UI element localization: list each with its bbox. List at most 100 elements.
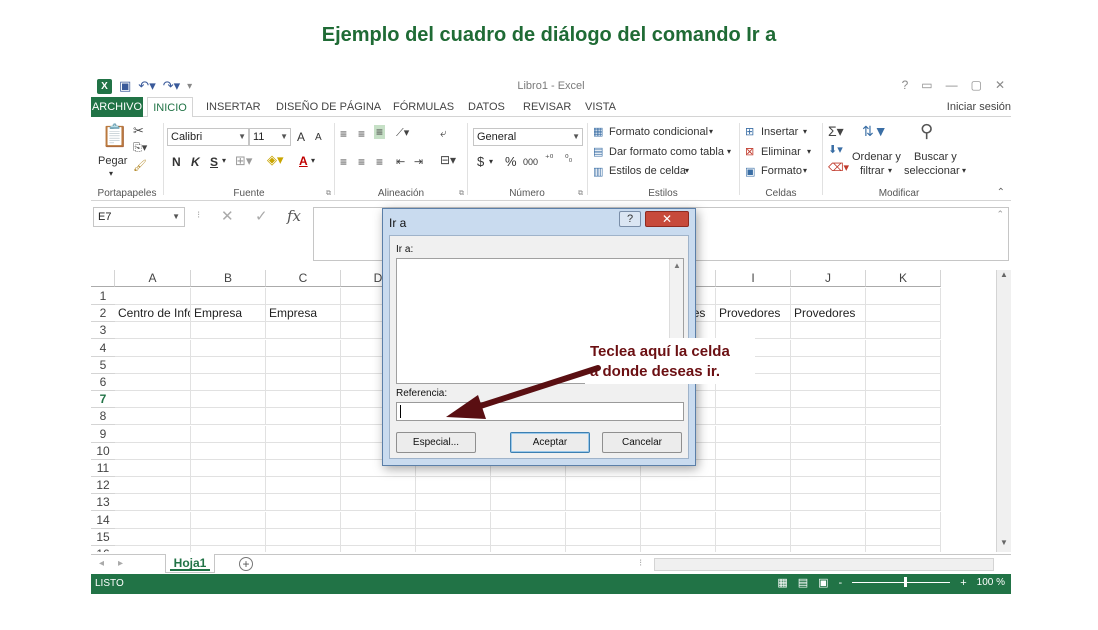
cell-b14[interactable] bbox=[191, 511, 266, 529]
currency-dropdown-icon[interactable]: ▾ bbox=[489, 157, 493, 166]
cell-c13[interactable] bbox=[266, 494, 341, 512]
copy-icon[interactable]: ⎘▾ bbox=[133, 141, 147, 155]
zoom-in-button[interactable]: + bbox=[960, 577, 966, 589]
clear-icon[interactable]: ⌫▾ bbox=[828, 161, 849, 174]
font-name-select[interactable]: Calibri ▼ bbox=[167, 128, 249, 146]
cell-a16[interactable] bbox=[115, 546, 191, 552]
cell-h16[interactable] bbox=[641, 546, 716, 552]
zoom-slider[interactable] bbox=[852, 577, 951, 587]
cell-i1[interactable] bbox=[716, 288, 791, 305]
cell-b13[interactable] bbox=[191, 494, 266, 512]
font-size-select[interactable]: 11 ▼ bbox=[249, 128, 291, 146]
increase-decimal-icon[interactable]: ⁺⁰ bbox=[545, 153, 553, 164]
conditional-format-button[interactable]: Formato condicional bbox=[609, 126, 708, 138]
number-format-select[interactable]: General ▼ bbox=[473, 128, 583, 146]
cell-a15[interactable] bbox=[115, 528, 191, 546]
expand-formula-icon[interactable]: ⌃ bbox=[996, 209, 1004, 220]
cell-j12[interactable] bbox=[791, 477, 866, 495]
row-header-6[interactable]: 6 bbox=[91, 374, 115, 391]
cell-k7[interactable] bbox=[866, 391, 941, 409]
row-header-5[interactable]: 5 bbox=[91, 357, 115, 374]
cell-e16[interactable] bbox=[416, 546, 491, 552]
cell-i15[interactable] bbox=[716, 528, 791, 546]
cell-i14[interactable] bbox=[716, 511, 791, 529]
cut-icon[interactable]: ✂ bbox=[133, 123, 144, 139]
cell-f15[interactable] bbox=[491, 528, 566, 546]
currency-button[interactable]: $ bbox=[477, 154, 484, 169]
normal-view-icon[interactable]: ▦ bbox=[777, 576, 787, 589]
cell-d14[interactable] bbox=[341, 511, 416, 529]
cell-g16[interactable] bbox=[566, 546, 641, 552]
cell-j13[interactable] bbox=[791, 494, 866, 512]
cell-h15[interactable] bbox=[641, 528, 716, 546]
zoom-thumb[interactable] bbox=[904, 577, 908, 587]
dialog-launcher-icon[interactable]: ⧉ bbox=[326, 190, 331, 198]
cell-i13[interactable] bbox=[716, 494, 791, 512]
ok-button[interactable]: Aceptar bbox=[510, 432, 590, 453]
cell-k16[interactable] bbox=[866, 546, 941, 552]
align-center-icon[interactable]: ≡ bbox=[358, 155, 365, 169]
row-header-16[interactable]: 16 bbox=[91, 546, 115, 552]
cell-b15[interactable] bbox=[191, 528, 266, 546]
chevron-down-icon[interactable]: ▾ bbox=[962, 166, 966, 175]
cell-i8[interactable] bbox=[716, 408, 791, 426]
cell-a1[interactable] bbox=[115, 288, 191, 305]
find-select-label-2[interactable]: seleccionar bbox=[904, 165, 960, 177]
cell-j15[interactable] bbox=[791, 528, 866, 546]
autosum-icon[interactable]: Σ▾ bbox=[828, 123, 844, 140]
cell-k15[interactable] bbox=[866, 528, 941, 546]
page-layout-view-icon[interactable]: ▤ bbox=[798, 576, 808, 589]
add-sheet-icon[interactable]: + bbox=[239, 557, 253, 571]
scroll-up-icon[interactable]: ▲ bbox=[673, 261, 681, 270]
cell-b10[interactable] bbox=[191, 442, 266, 460]
horizontal-scrollbar[interactable] bbox=[654, 558, 994, 571]
align-bottom-icon[interactable]: ≡ bbox=[374, 125, 386, 139]
cell-j14[interactable] bbox=[791, 511, 866, 529]
zoom-level[interactable]: 100 % bbox=[977, 577, 1005, 588]
restore-icon[interactable]: ▢ bbox=[971, 78, 982, 92]
chevron-down-icon[interactable]: ▾ bbox=[709, 127, 713, 136]
cell-k3[interactable] bbox=[866, 322, 941, 340]
tab-diseno-de-pagina[interactable]: DISEÑO DE PÁGINA bbox=[276, 97, 381, 117]
cell-j16[interactable] bbox=[791, 546, 866, 552]
cell-a9[interactable] bbox=[115, 425, 191, 443]
cell-i10[interactable] bbox=[716, 442, 791, 460]
increase-indent-icon[interactable]: ⇥ bbox=[414, 155, 423, 168]
dialog-help-button[interactable]: ? bbox=[619, 211, 641, 227]
cell-b5[interactable] bbox=[191, 356, 266, 374]
cell-k10[interactable] bbox=[866, 442, 941, 460]
cell-k9[interactable] bbox=[866, 425, 941, 443]
cell-c12[interactable] bbox=[266, 477, 341, 495]
sort-filter-label-2[interactable]: filtrar bbox=[860, 165, 884, 177]
merge-center-icon[interactable]: ⊟▾ bbox=[440, 153, 456, 167]
cell-c5[interactable] bbox=[266, 356, 341, 374]
name-box[interactable]: E7 ▼ bbox=[93, 207, 185, 227]
cancel-entry-icon[interactable]: ✕ bbox=[221, 207, 234, 225]
scroll-down-icon[interactable]: ▼ bbox=[997, 538, 1011, 552]
row-header-2[interactable]: 2 bbox=[91, 305, 115, 323]
cancel-button[interactable]: Cancelar bbox=[602, 432, 682, 453]
row-header-10[interactable]: 10 bbox=[91, 443, 115, 460]
row-header-13[interactable]: 13 bbox=[91, 494, 115, 512]
italic-button[interactable]: K bbox=[191, 155, 200, 169]
cell-b2[interactable]: Empresa bbox=[191, 305, 266, 323]
cell-b7[interactable] bbox=[191, 391, 266, 409]
cell-h12[interactable] bbox=[641, 477, 716, 495]
chevron-down-icon[interactable]: ▾ bbox=[888, 166, 892, 175]
help-icon[interactable]: ? bbox=[902, 78, 909, 92]
cell-a5[interactable] bbox=[115, 356, 191, 374]
cell-d12[interactable] bbox=[341, 477, 416, 495]
cell-a14[interactable] bbox=[115, 511, 191, 529]
cell-j4[interactable] bbox=[791, 339, 866, 357]
cell-g15[interactable] bbox=[566, 528, 641, 546]
tab-revisar[interactable]: REVISAR bbox=[523, 97, 571, 117]
cell-j6[interactable] bbox=[791, 374, 866, 391]
sheet-tab-hoja1[interactable]: Hoja1 bbox=[165, 554, 215, 573]
fill-color-icon[interactable]: ◈▾ bbox=[267, 152, 284, 168]
cell-g14[interactable] bbox=[566, 511, 641, 529]
special-button[interactable]: Especial... bbox=[396, 432, 476, 453]
reference-input[interactable] bbox=[396, 402, 684, 421]
cell-d13[interactable] bbox=[341, 494, 416, 512]
cell-j8[interactable] bbox=[791, 408, 866, 426]
cell-f16[interactable] bbox=[491, 546, 566, 552]
